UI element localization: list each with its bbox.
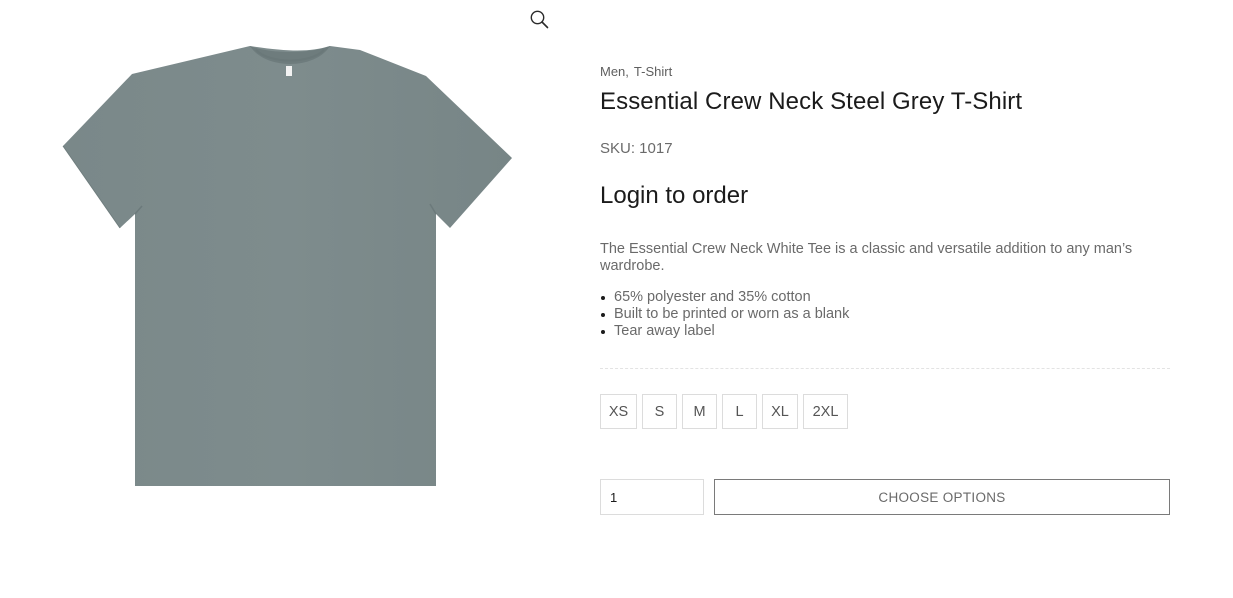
feature-item: 65% polyester and 35% cotton [600, 289, 1170, 306]
category-link-men[interactable]: Men [600, 64, 625, 79]
quantity-input[interactable] [600, 479, 704, 515]
category-link-tshirt[interactable]: T-Shirt [634, 64, 672, 79]
size-option-2xl[interactable]: 2XL [803, 394, 848, 429]
feature-item: Tear away label [600, 323, 1170, 340]
product-image[interactable] [60, 40, 516, 490]
product-details: Men, T-Shirt Essential Crew Neck Steel Gr… [600, 64, 1170, 340]
size-selector: XS S M L XL 2XL [600, 394, 853, 429]
product-sku: SKU: 1017 [600, 140, 673, 157]
login-to-order-link[interactable]: Login to order [600, 181, 748, 211]
category-separator: , [625, 64, 629, 79]
size-option-l[interactable]: L [722, 394, 757, 429]
tshirt-label [286, 66, 292, 76]
size-option-s[interactable]: S [642, 394, 677, 429]
product-features-list: 65% polyester and 35% cotton Built to be… [600, 289, 1170, 340]
section-divider [600, 368, 1170, 369]
choose-options-button[interactable]: CHOOSE OPTIONS [714, 479, 1170, 515]
product-title: Essential Crew Neck Steel Grey T-Shirt [600, 88, 1023, 115]
product-description: The Essential Crew Neck White Tee is a c… [600, 241, 1133, 274]
size-option-xs[interactable]: XS [600, 394, 637, 429]
product-categories: Men, T-Shirt [600, 64, 1170, 81]
size-option-m[interactable]: M [682, 394, 717, 429]
feature-item: Built to be printed or worn as a blank [600, 306, 1170, 323]
zoom-magnifier-icon[interactable] [529, 9, 549, 29]
product-page: Men, T-Shirt Essential Crew Neck Steel Gr… [0, 0, 1233, 598]
size-option-xl[interactable]: XL [762, 394, 798, 429]
tshirt-body [63, 46, 512, 486]
